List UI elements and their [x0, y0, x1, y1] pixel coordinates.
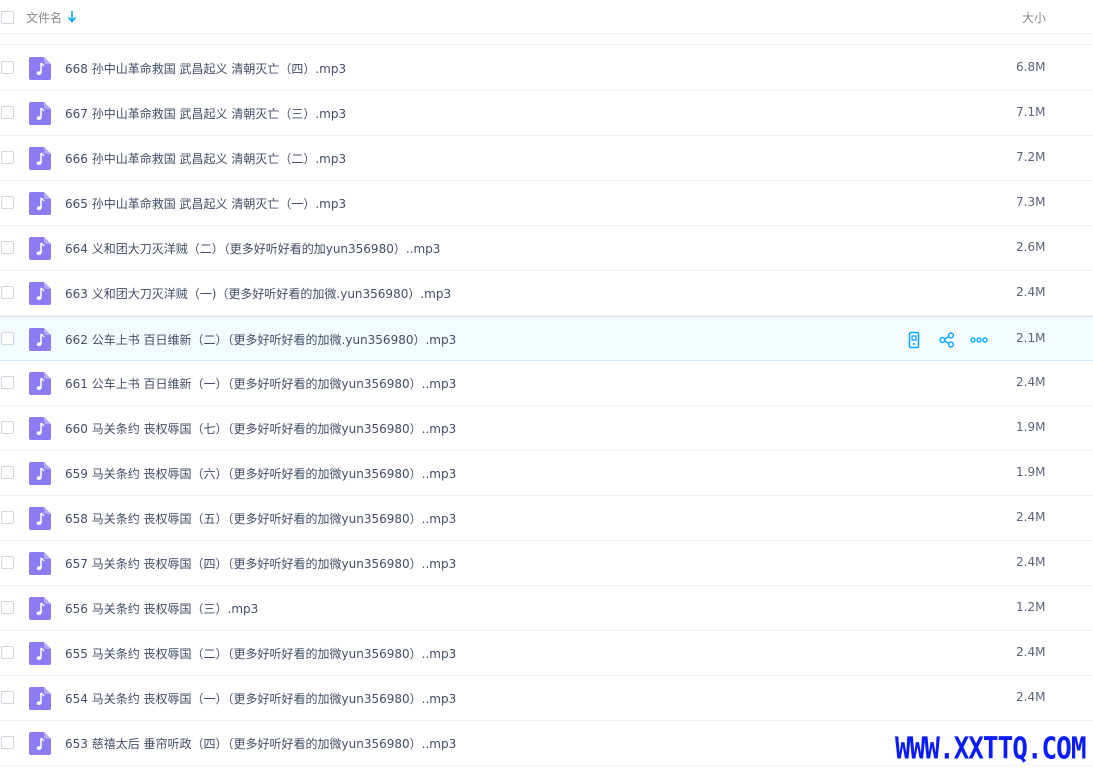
file-size: 7.1M [1016, 105, 1046, 119]
file-name[interactable]: 656 马关条约 丧权辱国（三）.mp3 [65, 600, 258, 617]
file-name[interactable]: 664 义和团大刀灭洋贼（二）（更多好听好看的加yun356980）..mp3 [65, 240, 440, 257]
file-row[interactable]: 666 孙中山革命救国 武昌起义 清朝灭亡（二）.mp3 7.2M [0, 136, 1093, 181]
file-row[interactable]: 667 孙中山革命救国 武昌起义 清朝灭亡（三）.mp3 7.1M [0, 91, 1093, 136]
file-size: 7.3M [1016, 195, 1046, 209]
file-size: 1.2M [1016, 600, 1046, 614]
select-all-checkbox[interactable] [1, 11, 14, 24]
music-note-icon [29, 372, 51, 395]
file-row-checkbox[interactable] [1, 646, 14, 659]
music-note-icon [29, 57, 51, 80]
file-row-checkbox[interactable] [1, 511, 14, 524]
music-note-icon [29, 192, 51, 215]
file-name[interactable]: 653 慈禧太后 垂帘听政（四）（更多好听好看的加微yun356980）..mp… [65, 735, 456, 752]
music-note-icon [29, 102, 51, 125]
share-icon[interactable] [938, 331, 956, 349]
file-size: 2.4M [1016, 690, 1046, 704]
file-name[interactable]: 661 公车上书 百日维新（一）（更多好听好看的加微yun356980）..mp… [65, 375, 456, 392]
music-note-icon [29, 687, 51, 710]
arrow-down-icon[interactable] [67, 10, 77, 23]
file-name[interactable]: 666 孙中山革命救国 武昌起义 清朝灭亡（二）.mp3 [65, 150, 346, 167]
file-row-checkbox[interactable] [1, 736, 14, 749]
file-size: 6.8M [1016, 60, 1046, 74]
file-row[interactable]: 655 马关条约 丧权辱国（二）（更多好听好看的加微yun356980）..mp… [0, 631, 1093, 676]
file-row-checkbox[interactable] [1, 196, 14, 209]
column-header-size[interactable]: 大小 [1022, 9, 1046, 26]
music-note-icon [29, 417, 51, 440]
file-size: 1.9M [1016, 420, 1046, 434]
file-size: 7.2M [1016, 150, 1046, 164]
watermark-text: WWW.XXTTQ.COM [895, 732, 1086, 767]
file-size: 2.4M [1016, 555, 1046, 569]
file-name[interactable]: 654 马关条约 丧权辱国（一）（更多好听好看的加微yun356980）..mp… [65, 690, 456, 707]
file-size: 2.4M [1016, 285, 1046, 299]
music-note-icon [29, 462, 51, 485]
music-note-icon [29, 507, 51, 530]
file-size: 2.4M [1016, 510, 1046, 524]
file-row-checkbox[interactable] [1, 691, 14, 704]
file-row[interactable]: 662 公车上书 百日维新（二）（更多好听好看的加微.yun356980）.mp… [0, 316, 1093, 361]
file-name[interactable]: 665 孙中山革命救国 武昌起义 清朝灭亡（一）.mp3 [65, 195, 346, 212]
music-note-icon [29, 552, 51, 575]
music-note-icon [29, 642, 51, 665]
file-row[interactable]: 664 义和团大刀灭洋贼（二）（更多好听好看的加yun356980）..mp3 2… [0, 226, 1093, 271]
file-size: 2.1M [1016, 331, 1046, 345]
file-row-checkbox[interactable] [1, 466, 14, 479]
file-name[interactable]: 657 马关条约 丧权辱国（四）（更多好听好看的加微yun356980）..mp… [65, 555, 456, 572]
file-size: 2.4M [1016, 645, 1046, 659]
more-icon[interactable] [970, 331, 988, 349]
file-row[interactable]: 657 马关条约 丧权辱国（四）（更多好听好看的加微yun356980）..mp… [0, 541, 1093, 586]
file-name[interactable]: 660 马关条约 丧权辱国（七）（更多好听好看的加微yun356980）..mp… [65, 420, 456, 437]
file-row-checkbox[interactable] [1, 61, 14, 74]
file-row[interactable]: 663 义和团大刀灭洋贼（一)（更多好听好看的加微.yun356980）.mp3… [0, 271, 1093, 316]
file-size: 1.9M [1016, 465, 1046, 479]
file-row[interactable]: 654 马关条约 丧权辱国（一）（更多好听好看的加微yun356980）..mp… [0, 676, 1093, 721]
file-row-checkbox[interactable] [1, 241, 14, 254]
header-divider [0, 34, 1093, 45]
file-row-checkbox[interactable] [1, 421, 14, 434]
file-row-checkbox[interactable] [1, 376, 14, 389]
file-row[interactable]: 665 孙中山革命救国 武昌起义 清朝灭亡（一）.mp3 7.3M [0, 181, 1093, 226]
file-name[interactable]: 663 义和团大刀灭洋贼（一)（更多好听好看的加微.yun356980）.mp3 [65, 285, 451, 302]
file-row[interactable]: 661 公车上书 百日维新（一）（更多好听好看的加微yun356980）..mp… [0, 361, 1093, 406]
file-size: 2.6M [1016, 240, 1046, 254]
file-list-header: 文件名 大小 [0, 0, 1093, 34]
music-note-icon [29, 328, 51, 351]
file-row[interactable]: 660 马关条约 丧权辱国（七）（更多好听好看的加微yun356980）..mp… [0, 406, 1093, 451]
file-row[interactable]: 659 马关条约 丧权辱国（六）（更多好听好看的加微yun356980）..mp… [0, 451, 1093, 496]
music-note-icon [29, 237, 51, 260]
file-name[interactable]: 668 孙中山革命救国 武昌起义 清朝灭亡（四）.mp3 [65, 60, 346, 77]
file-name[interactable]: 667 孙中山革命救国 武昌起义 清朝灭亡（三）.mp3 [65, 105, 346, 122]
file-size: 2.4M [1016, 375, 1046, 389]
file-row-checkbox[interactable] [1, 332, 14, 345]
file-name[interactable]: 655 马关条约 丧权辱国（二）（更多好听好看的加微yun356980）..mp… [65, 645, 456, 662]
file-row[interactable]: 656 马关条约 丧权辱国（三）.mp3 1.2M [0, 586, 1093, 631]
column-header-name[interactable]: 文件名 [26, 9, 62, 26]
phone-icon[interactable] [905, 331, 923, 349]
file-row-checkbox[interactable] [1, 286, 14, 299]
file-row-checkbox[interactable] [1, 601, 14, 614]
file-row-checkbox[interactable] [1, 556, 14, 569]
file-row-checkbox[interactable] [1, 151, 14, 164]
music-note-icon [29, 282, 51, 305]
file-name[interactable]: 662 公车上书 百日维新（二）（更多好听好看的加微.yun356980）.mp… [65, 331, 456, 348]
music-note-icon [29, 147, 51, 170]
music-note-icon [29, 597, 51, 620]
file-name[interactable]: 658 马关条约 丧权辱国（五）（更多好听好看的加微yun356980）..mp… [65, 510, 456, 527]
file-row[interactable]: 658 马关条约 丧权辱国（五）（更多好听好看的加微yun356980）..mp… [0, 496, 1093, 541]
file-list: 668 孙中山革命救国 武昌起义 清朝灭亡（四）.mp3 6.8M 667 孙中山革… [0, 46, 1093, 766]
file-row[interactable]: 668 孙中山革命救国 武昌起义 清朝灭亡（四）.mp3 6.8M [0, 46, 1093, 91]
file-row-checkbox[interactable] [1, 106, 14, 119]
music-note-icon [29, 732, 51, 755]
file-name[interactable]: 659 马关条约 丧权辱国（六）（更多好听好看的加微yun356980）..mp… [65, 465, 456, 482]
